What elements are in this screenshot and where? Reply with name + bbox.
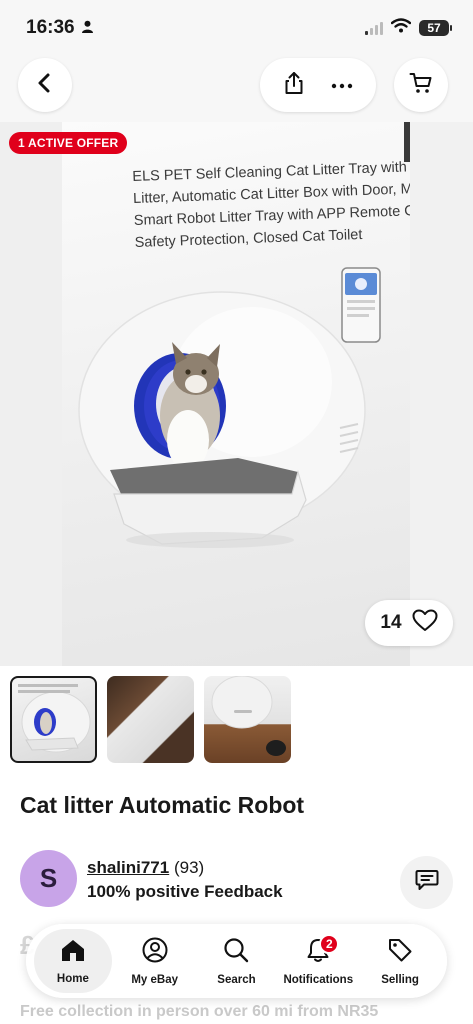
seller-feedback: 100% positive Feedback xyxy=(87,882,283,901)
top-nav xyxy=(0,56,473,122)
tab-notifications[interactable]: 2 Notifications xyxy=(279,929,357,993)
tab-my-ebay[interactable]: My eBay xyxy=(116,929,194,993)
tab-label: My eBay xyxy=(131,973,179,986)
thumbnail-3[interactable] xyxy=(204,676,291,763)
thumbnail-strip xyxy=(10,676,291,763)
shipping-info: Free collection in person over 60 mi fro… xyxy=(20,1003,379,1020)
tab-label: Notifications xyxy=(283,973,354,986)
tab-home[interactable]: Home xyxy=(33,929,112,993)
share-icon[interactable] xyxy=(283,71,305,100)
cart-button[interactable] xyxy=(394,58,448,112)
thumbnail-2[interactable] xyxy=(107,676,194,763)
tab-label: Home xyxy=(56,972,89,985)
battery-level: 57 xyxy=(427,21,441,35)
status-bar: 16:36 57 xyxy=(0,0,473,56)
action-group xyxy=(260,58,376,112)
heart-icon xyxy=(412,609,438,637)
item-page: 16:36 57 ELS PET Self Cleaning Cat Litte… xyxy=(0,0,473,1024)
more-icon[interactable] xyxy=(331,76,353,94)
watch-count: 14 xyxy=(380,612,402,633)
clock: 16:36 xyxy=(26,17,75,38)
cart-icon xyxy=(409,72,433,99)
active-offer-badge[interactable]: 1 ACTIVE OFFER xyxy=(9,132,128,154)
status-time-group: 16:36 xyxy=(26,17,94,39)
product-photo: ELS PET Self Cleaning Cat Litter Tray wi… xyxy=(62,122,465,666)
user-circle-icon xyxy=(142,937,168,968)
person-icon xyxy=(81,17,94,39)
item-title: Cat litter Automatic Robot xyxy=(20,792,305,818)
signal-icon xyxy=(365,21,383,35)
notification-badge: 2 xyxy=(319,934,340,954)
tab-selling[interactable]: Selling xyxy=(361,929,439,993)
thumbnail-1[interactable] xyxy=(10,676,97,763)
seller-name-line: shalini771 (93) xyxy=(87,858,204,878)
avatar[interactable]: S xyxy=(20,850,77,907)
status-indicators: 57 xyxy=(365,18,452,38)
tag-icon xyxy=(387,937,413,968)
battery-icon: 57 xyxy=(419,20,452,36)
tab-label: Selling xyxy=(381,973,419,986)
search-icon xyxy=(223,937,249,968)
seller-rating: (93) xyxy=(173,858,205,877)
wifi-icon xyxy=(390,18,412,38)
message-icon xyxy=(415,869,439,896)
hero-image-carousel[interactable]: ELS PET Self Cleaning Cat Litter Tray wi… xyxy=(0,122,473,666)
tab-search[interactable]: Search xyxy=(197,929,275,993)
bottom-tab-bar: Home My eBay Search 2 Notifications Sell… xyxy=(26,924,447,998)
home-icon xyxy=(60,938,86,967)
back-arrow-icon xyxy=(34,72,56,99)
watch-button[interactable]: 14 xyxy=(365,600,453,646)
seller-info: S shalini771 (93) 100% positive Feedback xyxy=(20,850,453,910)
back-button[interactable] xyxy=(18,58,72,112)
tab-label: Search xyxy=(217,973,256,986)
message-seller-button[interactable] xyxy=(400,856,453,909)
seller-name-link[interactable]: shalini771 xyxy=(87,858,169,877)
